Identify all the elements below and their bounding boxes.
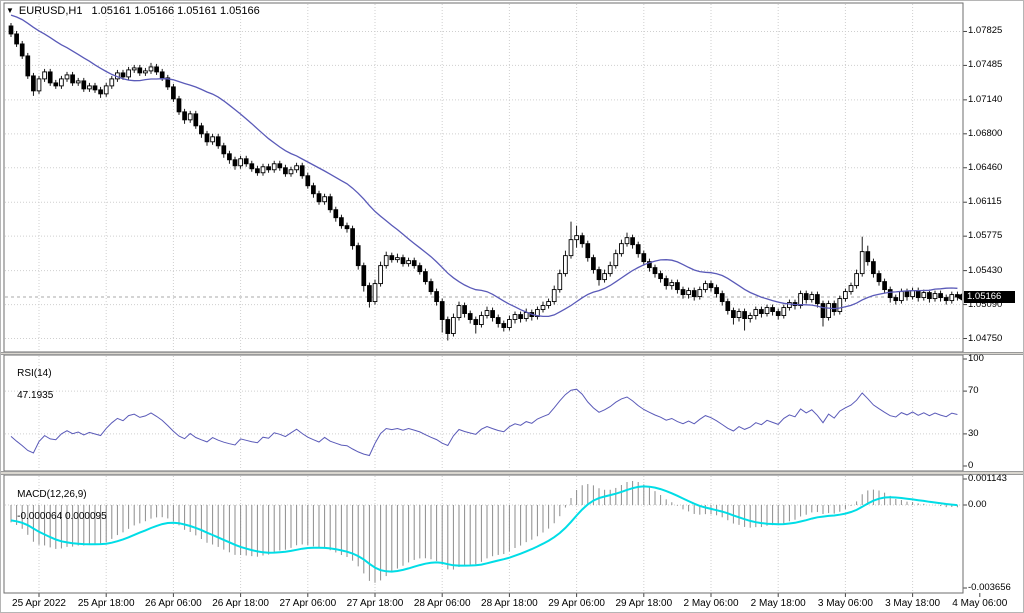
time-tick-label: 3 May 18:00	[885, 598, 940, 609]
macd-indicator-label: MACD(12,26,9) -0.000064 0.000095	[6, 478, 107, 533]
time-tick-label: 25 Apr 18:00	[78, 598, 135, 609]
price-tick-label: 1.07485	[968, 59, 1002, 70]
macd-tick-label: 0.001143	[968, 473, 1007, 484]
time-tick-label: 26 Apr 18:00	[212, 598, 269, 609]
time-tick-label: 29 Apr 06:00	[548, 598, 605, 609]
price-tick-label: 1.07825	[968, 25, 1002, 36]
rsi-value: 47.1935	[17, 390, 53, 401]
rsi-indicator-label: RSI(14) 47.1935	[6, 357, 53, 412]
macd-name: MACD(12,26,9)	[17, 489, 86, 500]
panel-splitter-macd[interactable]	[1, 471, 1024, 475]
price-tick-label: 1.06115	[968, 196, 1002, 207]
time-tick-label: 4 May 06:00	[952, 598, 1007, 609]
price-tick-label: 1.05775	[968, 230, 1002, 241]
time-tick-label: 29 Apr 18:00	[615, 598, 672, 609]
price-tick-label: 1.04750	[968, 333, 1002, 344]
time-tick-label: 28 Apr 18:00	[481, 598, 538, 609]
chart-window: ▼ EURUSD,H1 1.05161 1.05166 1.05161 1.05…	[0, 0, 1024, 613]
macd-tick-label: 0.00	[968, 499, 987, 510]
time-tick-label: 25 Apr 2022	[12, 598, 66, 609]
price-tick-label: 1.05430	[968, 265, 1002, 276]
chart-menu-icon[interactable]: ▼	[6, 6, 14, 16]
rsi-tick-label: 0	[968, 460, 973, 471]
chart-title: ▼ EURUSD,H1 1.05161 1.05166 1.05161 1.05…	[6, 5, 260, 17]
ohlc-quotes-label: 1.05161 1.05166 1.05161 1.05166	[92, 5, 260, 17]
rsi-tick-label: 100	[968, 353, 984, 364]
time-tick-label: 28 Apr 06:00	[414, 598, 471, 609]
symbol-period-label: EURUSD,H1	[19, 5, 83, 17]
panel-splitter-rsi[interactable]	[1, 352, 1024, 355]
time-tick-label: 2 May 18:00	[751, 598, 806, 609]
rsi-tick-label: 30	[968, 428, 979, 439]
current-price-marker: 1.05166	[964, 291, 1015, 303]
price-tick-label: 1.06800	[968, 128, 1002, 139]
rsi-tick-label: 70	[968, 385, 979, 396]
time-tick-label: 27 Apr 18:00	[347, 598, 404, 609]
time-tick-label: 3 May 06:00	[818, 598, 873, 609]
price-tick-label: 1.06460	[968, 162, 1002, 173]
time-tick-label: 27 Apr 06:00	[279, 598, 336, 609]
macd-tick-label: -0.003656	[968, 582, 1011, 593]
time-tick-label: 26 Apr 06:00	[145, 598, 202, 609]
price-chart-canvas[interactable]	[1, 1, 1024, 613]
time-tick-label: 2 May 06:00	[683, 598, 738, 609]
rsi-name: RSI(14)	[17, 368, 51, 379]
price-tick-label: 1.07140	[968, 94, 1002, 105]
macd-values: -0.000064 0.000095	[17, 511, 107, 522]
